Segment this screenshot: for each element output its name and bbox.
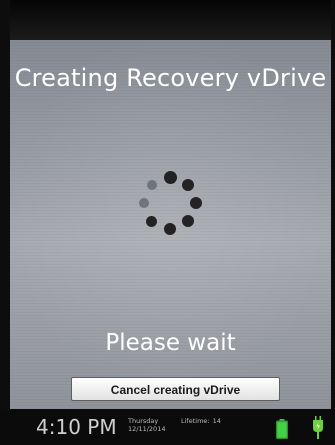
lifetime-label: Lifetime: xyxy=(181,417,210,425)
date-label: 12/11/2014 xyxy=(128,425,166,433)
lifetime-value: 14 xyxy=(212,417,221,425)
recovery-screen: Creating Recovery vDrive Please wait Can… xyxy=(10,40,331,409)
day-label: Thursday xyxy=(128,417,159,425)
spinner-dot xyxy=(163,170,177,184)
left-bezel xyxy=(0,0,10,445)
cancel-button[interactable]: Cancel creating vDrive xyxy=(71,377,280,401)
clock-time: 4:10 PM xyxy=(36,415,117,439)
battery-icon xyxy=(276,419,288,443)
loading-spinner-icon xyxy=(125,158,215,248)
spinner-dot xyxy=(139,198,149,208)
spinner-dot xyxy=(182,178,195,191)
lifetime-counter: Lifetime: 14 xyxy=(178,417,221,425)
spinner-dot xyxy=(164,223,176,235)
spinner-dot xyxy=(190,197,202,209)
top-bezel xyxy=(0,0,335,40)
status-message: Please wait xyxy=(105,330,236,356)
status-bar: 4:10 PM Thursday 12/11/2014 Lifetime: 14 xyxy=(0,409,335,445)
power-plug-icon xyxy=(312,416,324,444)
page-title: Creating Recovery vDrive xyxy=(14,64,327,92)
spinner-dot xyxy=(146,179,157,190)
spinner-dot xyxy=(146,215,158,227)
right-bezel xyxy=(331,0,335,445)
spinner-dot xyxy=(182,215,195,228)
date-block: Thursday 12/11/2014 xyxy=(128,417,165,433)
